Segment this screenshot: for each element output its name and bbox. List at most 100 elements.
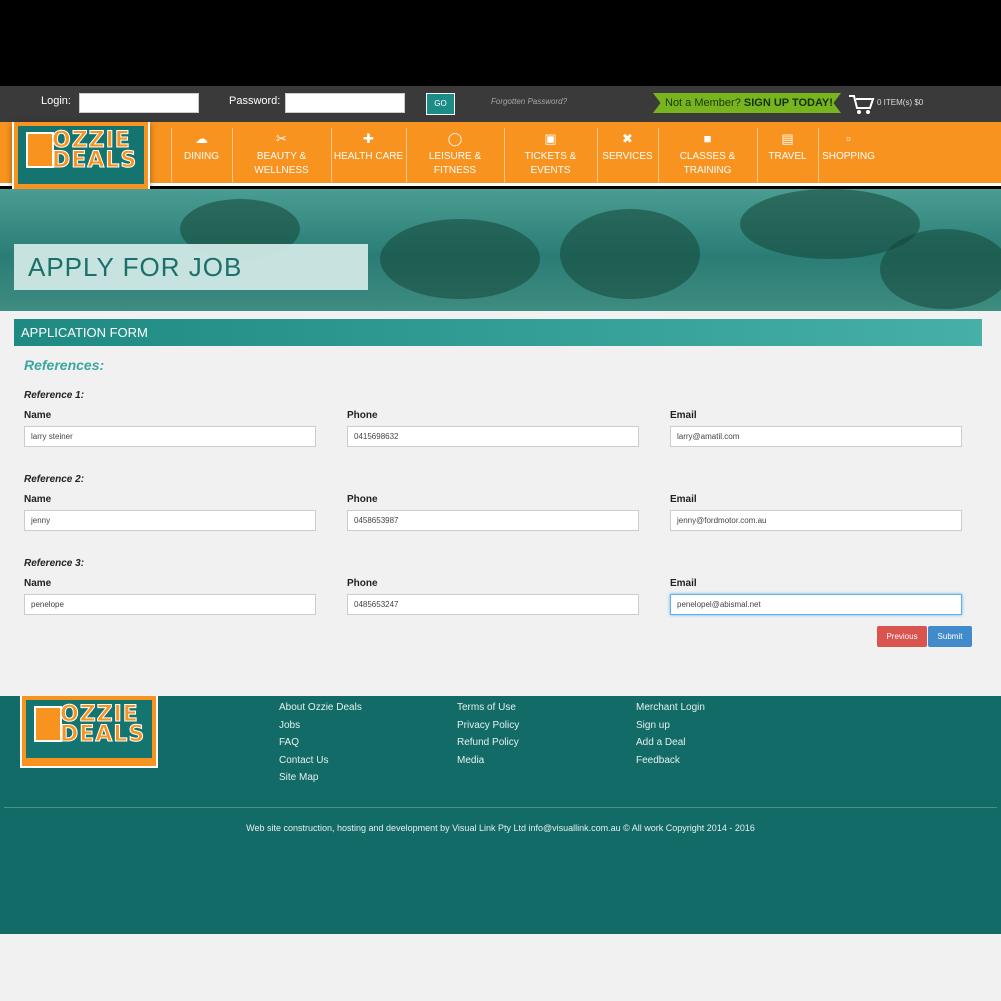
shoe-icon: ◯ <box>447 131 463 146</box>
name-label: Name <box>24 410 52 421</box>
password-input[interactable] <box>285 93 405 113</box>
logo-word-2: DEALS <box>51 148 138 174</box>
go-button[interactable]: GO <box>426 93 455 115</box>
nav-label-leisure: LEISURE & FITNESS <box>428 151 482 176</box>
scissors-icon: ✂ <box>276 131 287 146</box>
nav-health-care[interactable]: ✚ HEALTH CARE <box>331 128 405 182</box>
reference-label: Reference 2: <box>24 474 85 485</box>
footer-link-media[interactable]: Media <box>457 752 519 770</box>
login-label: Login: <box>41 95 71 107</box>
nav-label-tickets: TICKETS & EVENTS <box>524 151 577 176</box>
site-footer: OZZIE DEALS About Ozzie Deals Jobs FAQ C… <box>0 696 1001 934</box>
nav-label-services: SERVICES <box>602 151 653 162</box>
basket-icon: ▫ <box>846 131 851 146</box>
form-header: APPLICATION FORM <box>14 319 982 346</box>
footer-link-merchant-login[interactable]: Merchant Login <box>636 699 705 717</box>
camera-icon: ▣ <box>544 131 557 146</box>
truck-icon: ■ <box>703 131 712 146</box>
page-bottom-area <box>0 934 1001 1001</box>
password-label: Password: <box>229 95 281 107</box>
ref2-name-field[interactable]: jenny <box>24 510 316 531</box>
phone-label: Phone <box>347 494 378 505</box>
footer-link-signup[interactable]: Sign up <box>636 717 705 735</box>
reference-label: Reference 3: <box>24 558 85 569</box>
phone-label: Phone <box>347 410 378 421</box>
footer-column-2: Terms of Use Privacy Policy Refund Polic… <box>457 699 519 769</box>
email-label: Email <box>670 494 697 505</box>
footer-link-privacy[interactable]: Privacy Policy <box>457 717 519 735</box>
hero-banner: APPLY FOR JOB <box>0 189 1001 311</box>
nav-classes-training[interactable]: ■ CLASSES & TRAINING <box>658 128 756 182</box>
nav-travel[interactable]: ▤ TRAVEL <box>757 128 817 182</box>
footer-link-faq[interactable]: FAQ <box>279 734 362 752</box>
nav-leisure-fitness[interactable]: ◯ LEISURE & FITNESS <box>406 128 503 182</box>
main-navbar: OZZIE DEALS ☁ DINING ✂ BEAUTY & WELLNESS… <box>0 122 1001 206</box>
signup-banner[interactable]: Not a Member? SIGN UP TODAY! <box>653 93 841 113</box>
footer-divider <box>4 807 997 808</box>
nav-beauty-wellness[interactable]: ✂ BEAUTY & WELLNESS <box>232 128 330 182</box>
footer-link-jobs[interactable]: Jobs <box>279 717 362 735</box>
footer-link-contact[interactable]: Contact Us <box>279 752 362 770</box>
section-title: References: <box>24 357 105 373</box>
email-label: Email <box>670 410 697 421</box>
footer-link-feedback[interactable]: Feedback <box>636 752 705 770</box>
submit-button[interactable]: Submit <box>928 626 972 647</box>
signup-link[interactable]: SIGN UP TODAY! <box>744 97 833 109</box>
nav-dining[interactable]: ☁ DINING <box>171 128 231 182</box>
ref1-name-field[interactable]: larry steiner <box>24 426 316 447</box>
footer-link-sitemap[interactable]: Site Map <box>279 769 362 787</box>
logo-panel: OZZIE DEALS <box>18 126 144 184</box>
phone-label: Phone <box>347 578 378 589</box>
shopping-bag-icon <box>26 132 54 168</box>
ref2-email-field[interactable]: jenny@fordmotor.com.au <box>670 510 962 531</box>
ref2-phone-field[interactable]: 0458653987 <box>347 510 639 531</box>
logo-panel: OZZIE DEALS <box>26 700 152 758</box>
footer-column-3: Merchant Login Sign up Add a Deal Feedba… <box>636 699 705 769</box>
name-label: Name <box>24 494 52 505</box>
footer-link-about[interactable]: About Ozzie Deals <box>279 699 362 717</box>
footer-column-1: About Ozzie Deals Jobs FAQ Contact Us Si… <box>279 699 362 787</box>
hero-foliage <box>880 229 1001 309</box>
copyright-text: Web site construction, hosting and devel… <box>246 823 755 833</box>
dining-icon: ☁ <box>195 131 208 146</box>
footer-link-add-deal[interactable]: Add a Deal <box>636 734 705 752</box>
page-title: APPLY FOR JOB <box>28 252 243 282</box>
tools-icon: ✖ <box>622 131 633 146</box>
site-logo[interactable]: OZZIE DEALS <box>12 122 150 206</box>
hero-foliage <box>380 219 540 299</box>
ref3-name-field[interactable]: penelope <box>24 594 316 615</box>
nav-label-travel: TRAVEL <box>768 151 807 162</box>
name-label: Name <box>24 578 52 589</box>
main-content: APPLICATION FORM References: Reference 1… <box>0 311 1001 696</box>
previous-button[interactable]: Previous <box>877 626 927 647</box>
cart-summary[interactable]: 0 ITEM(s) $0 <box>877 98 923 107</box>
ref1-email-field[interactable]: larry@amatil.com <box>670 426 962 447</box>
top-login-bar: Login: Password: GO Forgotten Password? … <box>0 86 1001 122</box>
cart-icon[interactable] <box>848 94 876 116</box>
nav-shopping[interactable]: ▫ SHOPPING <box>818 128 878 182</box>
login-input[interactable] <box>79 93 199 113</box>
nav-label-dining: DINING <box>184 151 219 162</box>
footer-logo[interactable]: OZZIE DEALS <box>20 696 158 768</box>
hero-title-box: APPLY FOR JOB <box>14 244 368 290</box>
nav-label-beauty: BEAUTY & WELLNESS <box>254 151 309 176</box>
shopping-bag-icon <box>34 706 62 742</box>
health-icon: ✚ <box>363 131 374 146</box>
reference-label: Reference 1: <box>24 390 85 401</box>
nav-label-shopping: SHOPPING <box>822 151 875 162</box>
forgot-password-link[interactable]: Forgotten Password? <box>491 97 567 106</box>
ref3-email-field[interactable]: penelopel@abismal.net <box>670 594 962 615</box>
logo-word-2: DEALS <box>59 722 146 748</box>
email-label: Email <box>670 578 697 589</box>
ref1-phone-field[interactable]: 0415698632 <box>347 426 639 447</box>
nav-tickets-events[interactable]: ▣ TICKETS & EVENTS <box>504 128 596 182</box>
ref3-phone-field[interactable]: 0485653247 <box>347 594 639 615</box>
footer-link-terms[interactable]: Terms of Use <box>457 699 519 717</box>
suitcase-icon: ▤ <box>781 131 794 146</box>
nav-label-health: HEALTH CARE <box>333 151 404 162</box>
nav-services[interactable]: ✖ SERVICES <box>597 128 657 182</box>
hero-foliage <box>560 209 700 299</box>
not-member-text: Not a Member? <box>665 97 741 109</box>
footer-link-refund[interactable]: Refund Policy <box>457 734 519 752</box>
nav-label-classes: CLASSES & TRAINING <box>679 151 736 176</box>
